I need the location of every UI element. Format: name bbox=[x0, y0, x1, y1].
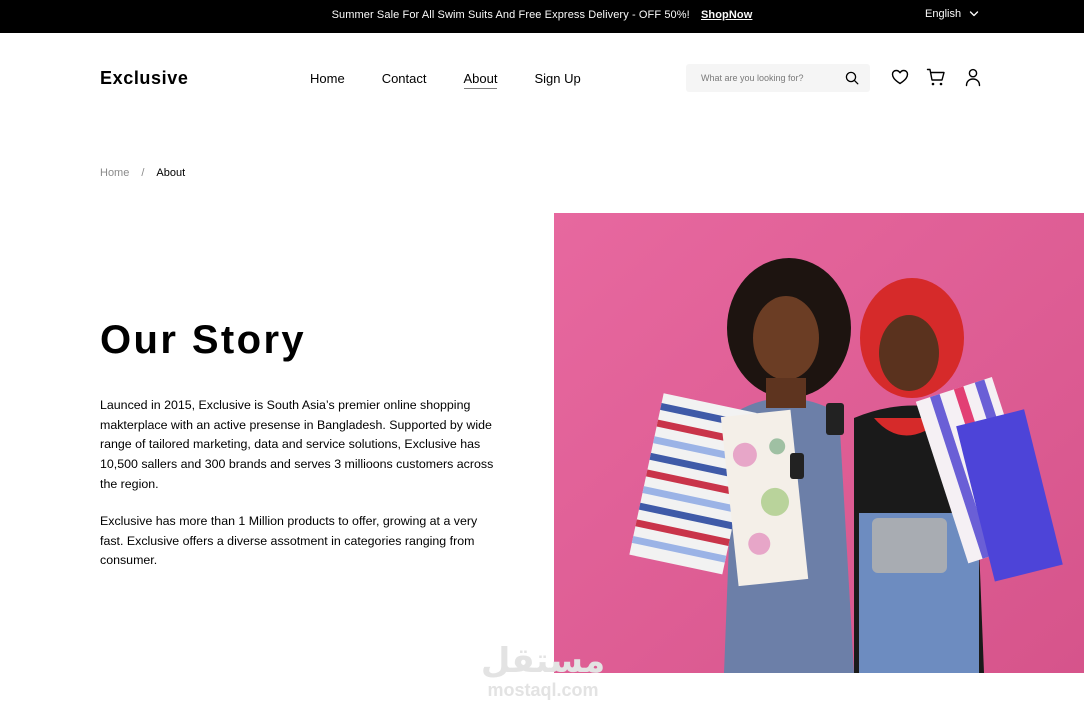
nav-contact[interactable]: Contact bbox=[382, 71, 427, 89]
watermark: مستقل mostaql.com bbox=[476, 642, 610, 700]
nav-home[interactable]: Home bbox=[310, 71, 345, 89]
page-title: Our Story bbox=[100, 318, 307, 362]
cart-icon[interactable] bbox=[926, 67, 946, 87]
hero-image bbox=[554, 213, 1084, 673]
breadcrumb-current: About bbox=[156, 167, 186, 179]
story-paragraph-2: Exclusive has more than 1 Million produc… bbox=[100, 514, 478, 568]
language-label: English bbox=[925, 8, 962, 20]
chevron-down-icon bbox=[969, 11, 979, 17]
story-paragraph-1: Launced in 2015, Exclusive is South Asia… bbox=[100, 398, 494, 491]
breadcrumb-home[interactable]: Home bbox=[100, 167, 129, 179]
user-icon[interactable] bbox=[963, 67, 983, 87]
watermark-latin: mostaql.com bbox=[487, 680, 599, 700]
nav-about[interactable]: About bbox=[463, 71, 498, 89]
watermark-arabic: مستقل bbox=[480, 641, 606, 681]
main-nav: Home Contact About Sign Up bbox=[310, 71, 581, 89]
breadcrumb-separator: / bbox=[141, 167, 145, 179]
logo[interactable]: Exclusive bbox=[100, 68, 188, 89]
breadcrumb: Home / About bbox=[100, 167, 185, 179]
promo-text: Summer Sale For All Swim Suits And Free … bbox=[331, 9, 690, 21]
promo-container: Summer Sale For All Swim Suits And Free … bbox=[0, 9, 1084, 21]
search-input[interactable] bbox=[701, 73, 841, 83]
shop-now-link[interactable]: ShopNow bbox=[701, 9, 752, 21]
heart-icon[interactable] bbox=[890, 67, 910, 87]
shopping-women-illustration bbox=[554, 213, 1084, 673]
language-selector[interactable]: English bbox=[925, 8, 979, 20]
nav-sign-up[interactable]: Sign Up bbox=[534, 71, 580, 89]
search-box bbox=[686, 64, 870, 92]
search-icon[interactable] bbox=[845, 71, 859, 85]
promo-bar: Summer Sale For All Swim Suits And Free … bbox=[0, 0, 1084, 33]
